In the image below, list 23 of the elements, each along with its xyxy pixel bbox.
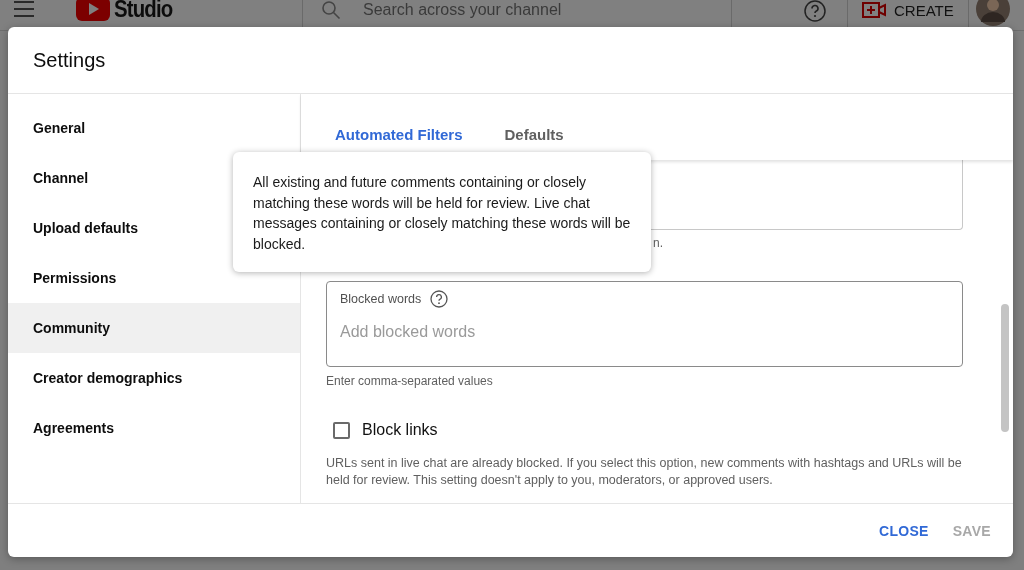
field-hint: n.: [653, 236, 663, 250]
logo-text: Studio: [114, 0, 173, 23]
help-icon[interactable]: [430, 290, 449, 308]
sidebar-item[interactable]: Agreements: [8, 403, 300, 453]
description-text: URLs sent in live chat are already blocked. If you select this option, new comments with hashtags and URLs will be held for review. This setting doesn't apply to you, moderators, or approved users.: [326, 455, 963, 489]
checkbox[interactable]: [333, 421, 350, 439]
help-icon[interactable]: [804, 0, 826, 22]
checkbox-label[interactable]: Block links: [362, 421, 438, 439]
sidebar-item[interactable]: General: [8, 103, 300, 153]
search-icon: [321, 0, 341, 20]
add-video-icon: [862, 1, 886, 19]
play-logo-icon[interactable]: [76, 0, 110, 21]
search-field[interactable]: Search across your channel: [361, 0, 665, 20]
dialog-button[interactable]: CLOSE: [870, 514, 937, 547]
menu-icon[interactable]: [14, 1, 34, 17]
field-hint: Enter comma-separated values: [326, 374, 494, 388]
field-label: Blocked words: [340, 292, 422, 306]
tooltip: All existing and future comments containing or closely matching these words will be held for review. Live chat messages containing or closely matching these words will be blocked.: [233, 152, 651, 273]
blocked-words-field[interactable]: Blocked words Add blocked words: [326, 281, 963, 367]
scrollbar-thumb[interactable]: [1001, 304, 1009, 432]
avatar-icon[interactable]: [976, 0, 1010, 26]
sidebar-item[interactable]: Creator demographics: [8, 353, 300, 403]
sidebar-item[interactable]: Community: [8, 303, 300, 353]
